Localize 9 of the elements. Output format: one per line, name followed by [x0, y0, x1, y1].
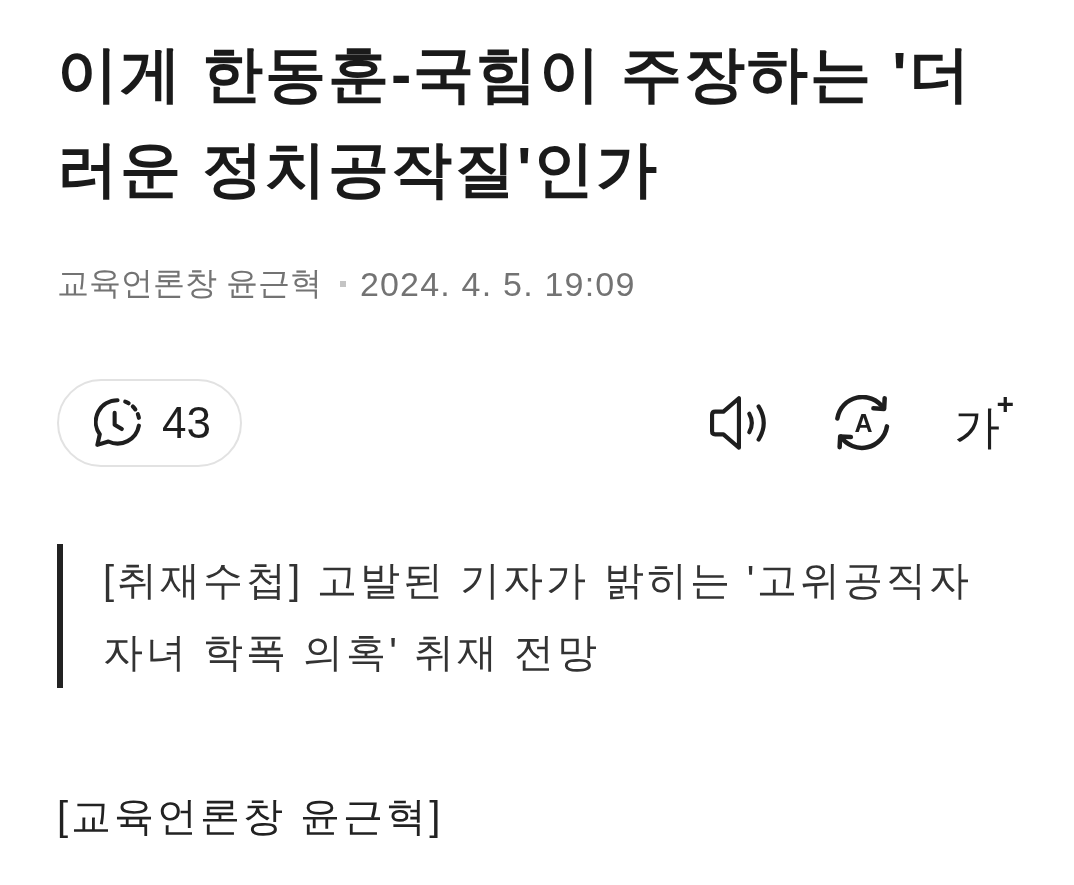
author-byline: 교육언론창 윤근혁 — [57, 264, 322, 303]
translate-button[interactable]: A — [834, 395, 893, 451]
comment-button[interactable]: 43 — [57, 379, 242, 467]
article-paragraph: [교육언론창 윤근혁] — [57, 793, 445, 840]
article-subtitle-quote: [취재수첩] 고발된 기자가 밝히는 '고위공직자 자녀 학폭 의혹' 취재 전망 — [57, 544, 1008, 688]
publish-date: 2024. 4. 5. 19:09 — [359, 264, 636, 304]
chat-clock-icon — [94, 398, 142, 448]
font-size-button[interactable]: 가+ — [954, 395, 1014, 451]
article-headline: 이게 한동훈-국힘이 주장하는 '더러운 정치공작질'인가 — [57, 39, 973, 205]
